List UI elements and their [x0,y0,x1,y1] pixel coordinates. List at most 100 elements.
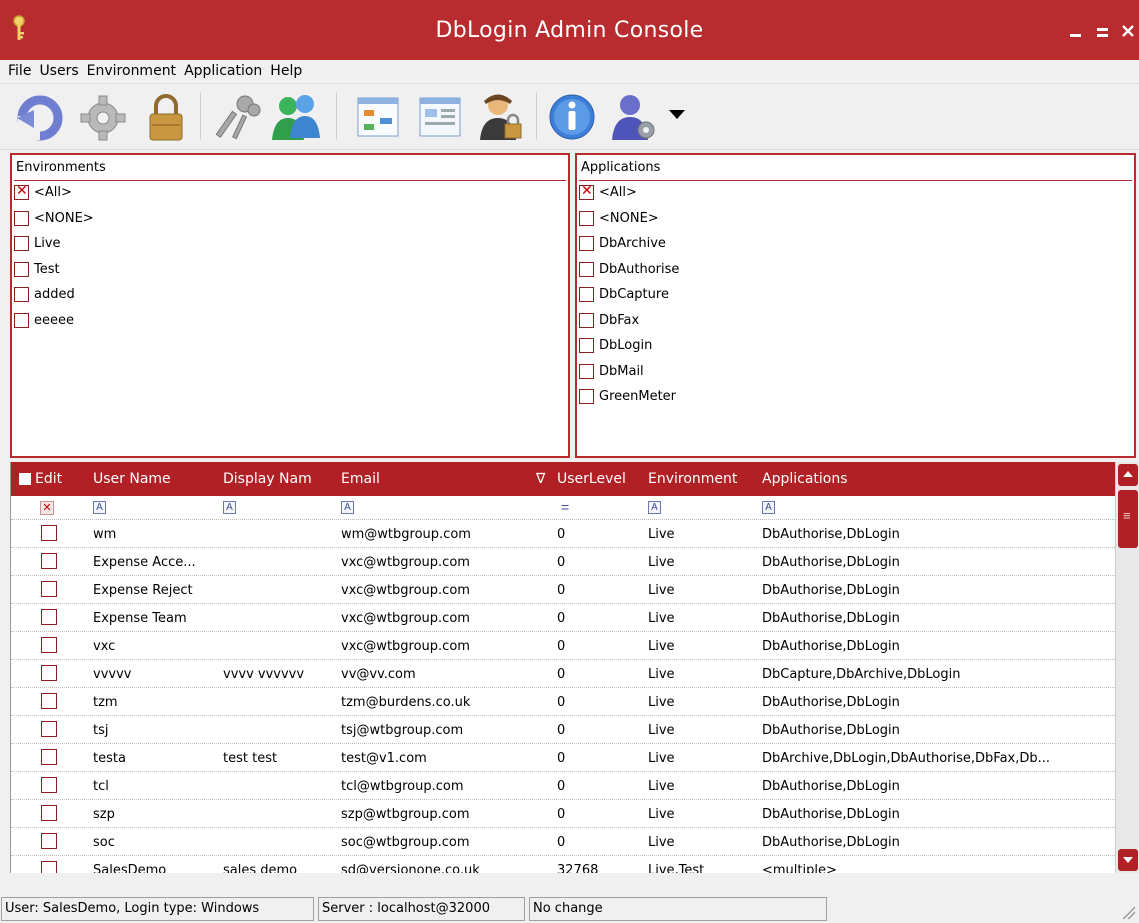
menu-application[interactable]: Application [180,60,266,82]
col-user-level[interactable]: UserLevel [557,471,626,487]
user-lock-button[interactable] [474,88,530,144]
application-checkbox[interactable] [579,363,594,379]
application-checkbox[interactable] [579,261,594,277]
edit-checkbox[interactable] [41,637,57,653]
edit-checkbox[interactable] [41,581,57,597]
col-edit[interactable]: Edit [35,471,62,487]
menu-help[interactable]: Help [266,60,306,82]
col-display-name[interactable]: Display Nam [223,471,312,487]
edit-checkbox[interactable] [41,553,57,569]
forms-button[interactable] [412,88,468,144]
workflow-button[interactable] [350,88,406,144]
settings-button[interactable] [75,88,131,144]
environment-checkbox[interactable] [14,236,29,251]
vertical-scrollbar[interactable] [1115,462,1139,873]
menu-users[interactable]: Users [35,60,82,82]
application-checkbox[interactable] [579,210,594,226]
environment-checkbox[interactable] [14,261,29,277]
table-row[interactable]: Expense Team vxc@wtbgroup.com 0 Live DbAutho… [11,604,1115,632]
environment-checkbox[interactable] [14,210,29,226]
edit-checkbox[interactable] [41,609,57,625]
edit-checkbox[interactable] [41,749,57,765]
application-item[interactable]: GreenMeter [577,385,1134,411]
chevron-down-icon[interactable] [669,110,685,119]
minimize-button[interactable] [1064,20,1088,42]
edit-checkbox[interactable] [41,525,57,541]
application-checkbox[interactable] [579,312,594,328]
filter-user-level-icon[interactable]: = [561,499,569,515]
user-name-cell: soc [93,835,115,850]
edit-checkbox[interactable] [41,721,57,737]
edit-checkbox[interactable] [41,861,57,873]
filter-display-name-icon[interactable]: A [223,501,236,514]
edit-checkbox[interactable] [41,805,57,821]
filter-row: ✕ A A A = A A [11,496,1115,520]
scroll-thumb[interactable] [1118,490,1138,548]
application-item-label: <All> [599,185,637,200]
clear-filter-icon[interactable]: ✕ [40,501,54,515]
users-button[interactable] [268,88,324,144]
application-item[interactable]: DbCapture [577,283,1134,309]
application-item[interactable]: DbAuthorise [577,258,1134,284]
environment-checkbox[interactable] [14,287,29,302]
filter-user-name-icon[interactable]: A [93,501,106,514]
edit-checkbox[interactable] [41,833,57,849]
col-applications[interactable]: Applications [762,471,848,487]
menu-file[interactable]: File [4,60,35,82]
environment-item[interactable]: Test [12,258,568,284]
application-checkbox[interactable] [579,183,594,200]
table-row[interactable]: tsj tsj@wtbgroup.com 0 Live DbAuthorise,DbLo… [11,716,1115,744]
application-checkbox[interactable] [579,338,594,353]
edit-checkbox[interactable] [41,665,57,681]
environment-item[interactable]: <All> [12,181,568,207]
scroll-up-icon[interactable] [1118,464,1138,486]
filter-email-icon[interactable]: A [341,501,354,514]
close-button[interactable] [1117,20,1139,42]
application-checkbox[interactable] [579,287,594,302]
filter-applications-icon[interactable]: A [762,501,775,514]
environment-item[interactable]: eeeee [12,309,568,335]
table-row[interactable]: vxc vxc@wtbgroup.com 0 Live DbAuthorise,DbLo… [11,632,1115,660]
application-item[interactable]: DbFax [577,309,1134,335]
table-row[interactable]: tcl tcl@wtbgroup.com 0 Live DbAuthorise,DbLo… [11,772,1115,800]
table-row[interactable]: tzm tzm@burdens.co.uk 0 Live DbAuthorise,DbL… [11,688,1115,716]
table-row[interactable]: wm wm@wtbgroup.com 0 Live DbAuthorise,DbLogi… [11,520,1115,548]
edit-checkbox[interactable] [41,693,57,709]
scroll-down-icon[interactable] [1118,849,1138,871]
environment-checkbox[interactable] [14,183,29,200]
application-checkbox[interactable] [579,236,594,251]
info-button[interactable] [544,88,600,144]
application-checkbox[interactable] [579,389,594,404]
table-row[interactable]: vvvvv vvvv vvvvvv vv@vv.com 0 Live DbCapture,… [11,660,1115,688]
user-settings-button[interactable] [608,88,664,144]
filter-environment-icon[interactable]: A [648,501,661,514]
col-environment[interactable]: Environment [648,471,737,487]
table-row[interactable]: soc soc@wtbgroup.com 0 Live DbAuthorise,DbLo… [11,828,1115,856]
environment-item[interactable]: Live [12,232,568,258]
refresh-button[interactable] [12,88,68,144]
application-item[interactable]: <All> [577,181,1134,207]
environment-item[interactable]: added [12,283,568,309]
edit-checkbox[interactable] [41,777,57,793]
application-item[interactable]: <NONE> [577,207,1134,233]
col-email[interactable]: Email [341,471,380,487]
table-row[interactable]: szp szp@wtbgroup.com 0 Live DbAuthorise,DbLo… [11,800,1115,828]
keys-button[interactable] [210,88,266,144]
col-user-name[interactable]: User Name [93,471,171,487]
environment-checkbox[interactable] [14,312,29,328]
lock-button[interactable] [138,88,194,144]
table-row[interactable]: Expense Reject vxc@wtbgroup.com 0 Live DbAut… [11,576,1115,604]
application-item[interactable]: DbArchive [577,232,1134,258]
application-item[interactable]: DbLogin [577,334,1134,360]
application-item[interactable]: DbMail [577,360,1134,386]
resize-grip-icon[interactable] [1121,905,1135,919]
table-row[interactable]: Expense Acce... vxc@wtbgroup.com 0 Live DbAu… [11,548,1115,576]
email-cell: tzm@burdens.co.uk [341,695,471,710]
table-row[interactable]: testa test test test@v1.com 0 Live DbArchive,… [11,744,1115,772]
menu-environment[interactable]: Environment [83,60,180,82]
select-all-checkbox[interactable] [19,473,31,485]
table-row[interactable]: SalesDemo sales demo sd@versionone.co.uk 32… [11,856,1115,873]
environment-item-label: <All> [34,185,72,200]
environment-item[interactable]: <NONE> [12,207,568,233]
maximize-button[interactable] [1091,20,1115,42]
